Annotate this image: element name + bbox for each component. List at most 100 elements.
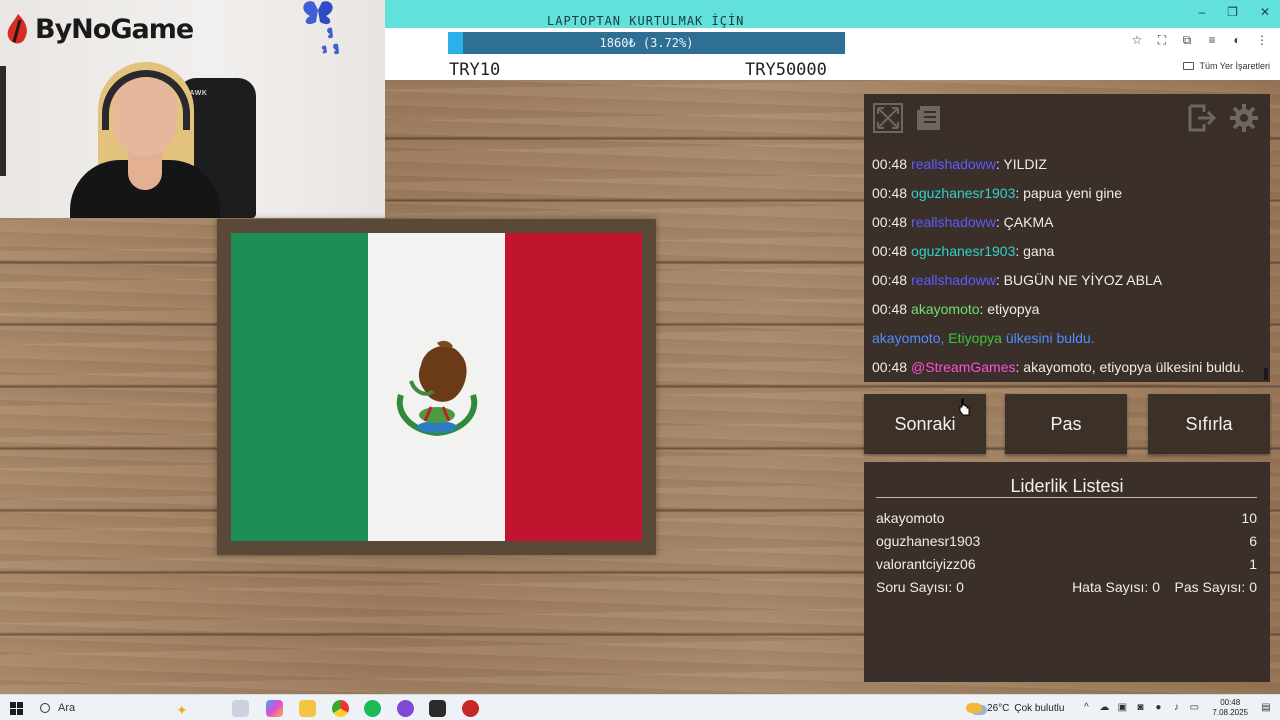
leaderboard-row: oguzhanesr1903 6 [876, 530, 1257, 553]
reset-button[interactable]: Sıfırla [1148, 394, 1270, 454]
chat-text: : YILDIZ [995, 156, 1047, 172]
chat-message-list: 00:48 reallshadoww: YILDIZ 00:48 oguzhanes… [872, 150, 1262, 382]
chat-text: : akayomoto, etiyopya ülkesini buldu. [1015, 359, 1245, 375]
folder-icon [1183, 62, 1195, 70]
chat-text: : papua yeni gine [1015, 185, 1122, 201]
player-name: akayomoto [876, 510, 945, 526]
window-controls: – ❐ ✕ [1198, 5, 1270, 19]
windows-taskbar: Ara ✦ 26°C Çok bulutlu ^ ☁ ▣ ◙ ● ♪ ▭ 00:… [0, 694, 1280, 720]
leaderboard-rows: akayomoto 10 oguzhanesr1903 6 valorantciyi… [876, 507, 1257, 576]
weather-condition: Çok bulutlu [1014, 702, 1065, 714]
chat-scrollbar[interactable] [1264, 368, 1268, 380]
flag-stripe-red [505, 233, 642, 541]
eagle-emblem-icon [396, 340, 478, 437]
settings-gear-icon[interactable] [1228, 102, 1260, 134]
player-name: oguzhanesr1903 [876, 533, 981, 549]
chat-message: 00:48 oguzhanesr1903: gana [872, 237, 1262, 266]
chat-message: 00:48 akayomoto: etiyopya [872, 295, 1262, 324]
chat-username: oguzhanesr1903 [911, 185, 1016, 201]
chrome-icon[interactable] [332, 700, 349, 717]
goal-banner [385, 0, 1280, 28]
question-count: Soru Sayısı: 0 [876, 579, 964, 595]
bookmark-star-icon[interactable]: ☆ [1131, 34, 1143, 46]
microphone-icon[interactable]: ● [1152, 702, 1164, 714]
search-icon [40, 703, 50, 713]
chat-toolbar [864, 94, 1270, 140]
chat-time: 00:48 [872, 214, 908, 230]
chat-message: 00:48 reallshadoww: YILDIZ [872, 150, 1262, 179]
system-tray: 26°C Çok bulutlu ^ ☁ ▣ ◙ ● ♪ ▭ 00:48 7.0… [966, 695, 1272, 720]
error-count: Hata Sayısı: 0 [1072, 579, 1160, 595]
clock-time: 00:48 [1220, 698, 1241, 707]
logo-text: ByNoGame [35, 13, 194, 45]
file-explorer-icon[interactable] [299, 700, 316, 717]
system-username: akayomoto, [872, 330, 945, 346]
app-tray-icon[interactable]: ▣ [1116, 702, 1128, 714]
all-bookmarks-button[interactable]: Tüm Yer İşaretleri [1183, 61, 1270, 71]
leaderboard-row: valorantciyizz06 1 [876, 553, 1257, 576]
chat-message: 00:48 reallshadoww: BUGÜN NE YİYOZ ABLA [872, 266, 1262, 295]
browser-window: LAPTOPTAN KURTULMAK İÇİN – ❐ ✕ 1860₺ (3.… [385, 0, 1280, 80]
task-view-icon[interactable] [232, 700, 249, 717]
chat-username: akayomoto [911, 301, 980, 317]
discord-icon[interactable] [397, 700, 414, 717]
bot-message: 00:48 @StreamGames: akayomoto, etiyopya ü… [872, 353, 1262, 382]
profile-avatar-icon[interactable]: ◐ [1231, 34, 1243, 46]
goal-maximum: TRY50000 [745, 60, 827, 80]
clock-date: 7.08.2025 [1212, 708, 1248, 717]
taskbar-search[interactable]: Ara ✦ [34, 698, 219, 718]
app-icon[interactable] [462, 700, 479, 717]
streaming-app-icon[interactable] [429, 700, 446, 717]
copilot-sparkle-icon: ✦ [176, 702, 188, 718]
game-stats: Soru Sayısı: 0 Hata Sayısı: 0 Pas Sayısı… [876, 576, 1257, 599]
spotify-icon[interactable] [364, 700, 381, 717]
volume-icon[interactable]: ♪ [1170, 702, 1182, 714]
butterfly-decoration-icon [303, 1, 339, 55]
chat-username: reallshadoww [911, 272, 996, 288]
minimize-icon[interactable]: – [1198, 5, 1205, 19]
streamer-neck [128, 150, 162, 190]
channel-logo: ByNoGame [4, 12, 194, 46]
progress-label: 1860₺ (3.72%) [599, 36, 694, 50]
chat-time: 00:48 [872, 359, 908, 375]
logo-mark-icon [7, 14, 27, 44]
logout-icon[interactable] [1186, 102, 1218, 134]
extensions-icon[interactable]: ⧉ [1181, 34, 1193, 46]
chat-time: 00:48 [872, 156, 908, 172]
copilot-app-icon[interactable] [266, 700, 283, 717]
start-menu-icon[interactable] [10, 702, 23, 715]
webcam-overlay: HAWK ByNoGame [0, 0, 385, 218]
system-found-message: akayomoto, Etiyopya ülkesini buldu. [872, 324, 1262, 353]
chevron-up-icon[interactable]: ^ [1080, 702, 1092, 714]
player-score: 1 [1249, 556, 1257, 572]
pass-button[interactable]: Pas [1005, 394, 1127, 454]
more-menu-icon[interactable]: ⋮ [1256, 34, 1268, 46]
close-icon[interactable]: ✕ [1260, 5, 1270, 19]
notes-icon[interactable] [914, 102, 946, 134]
reading-list-icon[interactable]: ≡ [1206, 34, 1218, 46]
screenshot-icon[interactable]: ⛶ [1156, 34, 1168, 46]
chat-text: : etiyopya [979, 301, 1040, 317]
fullscreen-icon[interactable] [872, 102, 904, 134]
chat-username: reallshadoww [911, 156, 996, 172]
browser-toolbar-icons: ☆ ⛶ ⧉ ≡ ◐ ⋮ [1131, 34, 1268, 46]
webcam-door [0, 66, 6, 176]
cloud-sync-icon[interactable]: ☁ [1098, 702, 1110, 714]
restore-icon[interactable]: ❐ [1227, 5, 1238, 19]
donation-progress-bar: 1860₺ (3.72%) [448, 32, 845, 54]
display-icon[interactable]: ▭ [1188, 702, 1200, 714]
temperature: 26°C [987, 702, 1010, 714]
chat-text: : BUGÜN NE YİYOZ ABLA [995, 272, 1163, 288]
goal-minimum: TRY10 [449, 60, 501, 80]
leaderboard-row: akayomoto 10 [876, 507, 1257, 530]
chat-time: 00:48 [872, 301, 908, 317]
notifications-icon[interactable]: ▤ [1260, 702, 1272, 714]
clock[interactable]: 00:48 7.08.2025 [1212, 698, 1248, 718]
flag-frame [217, 219, 656, 555]
camera-icon[interactable]: ◙ [1134, 702, 1146, 714]
weather-widget[interactable]: 26°C Çok bulutlu [966, 703, 1064, 714]
flag-stripe-green [231, 233, 368, 541]
system-suffix: ülkesini buldu. [1005, 330, 1095, 346]
player-score: 10 [1241, 510, 1257, 526]
weather-cloud-icon [966, 703, 983, 713]
